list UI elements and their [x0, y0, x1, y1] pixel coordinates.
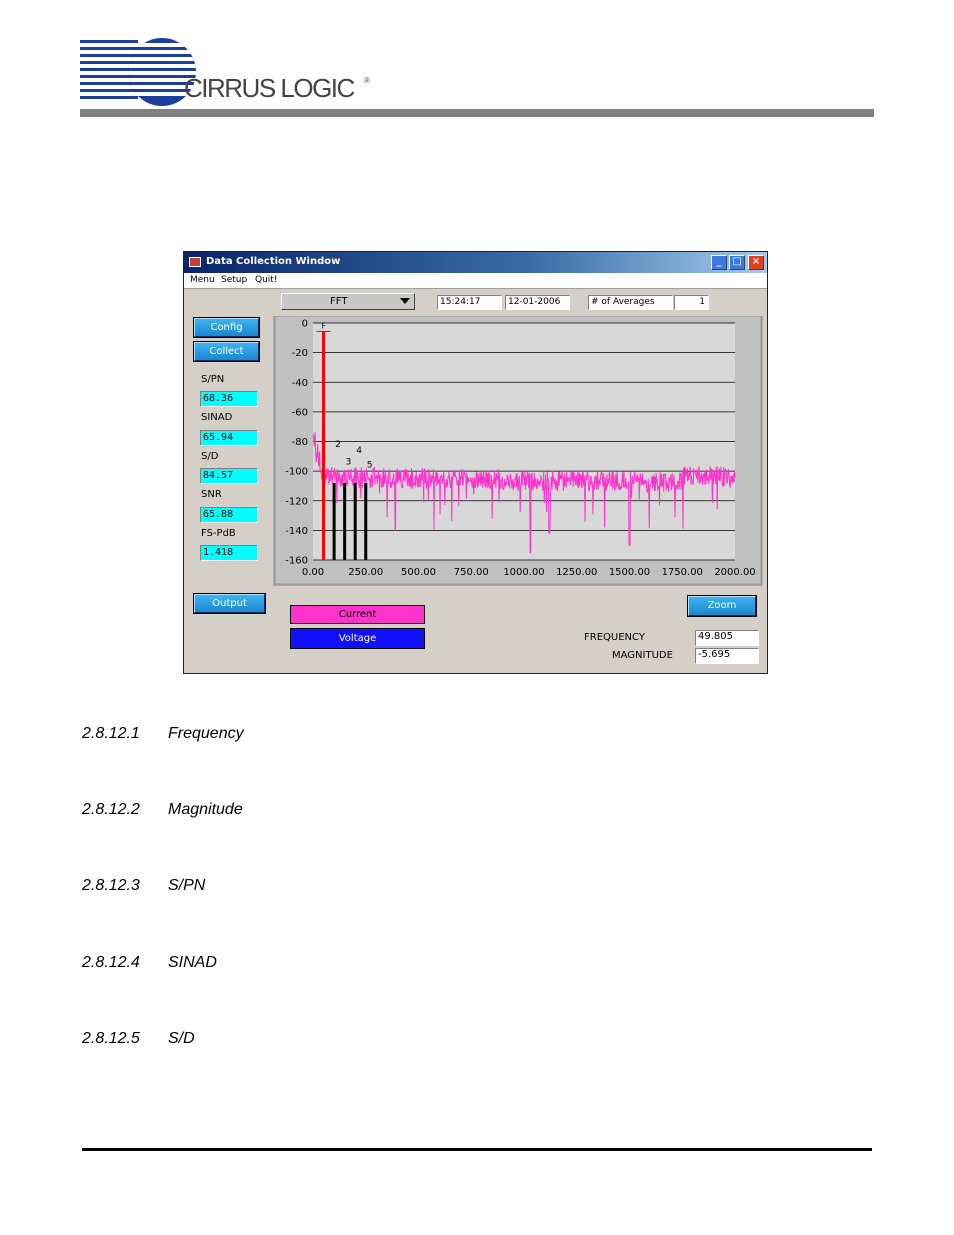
fft-chart[interactable]: 0 -20 -40 -60 -80 -100 -120 -140 -1600.00 250.00 5… — [273, 316, 763, 586]
section-number: 2.8.12.3 — [82, 877, 140, 894]
harmonic-label: 3 — [346, 458, 352, 468]
x-tick-label: 0.00 — [302, 567, 324, 578]
section-title: Magnitude — [168, 801, 243, 818]
metric-value-snr: 65.88 — [200, 507, 258, 523]
collect-button[interactable]: Collect — [193, 341, 260, 362]
section-title: S/D — [168, 1030, 195, 1047]
frequency-value: 49.805 — [695, 630, 759, 646]
cirrus-logo-text: CIRRUS LOGIC — [184, 73, 355, 103]
metric-label-spn: S/PN — [201, 374, 225, 385]
y-tick-label: -80 — [292, 437, 308, 448]
menu-bar: Menu Setup Quit! — [184, 273, 767, 289]
y-tick-label: -20 — [292, 348, 308, 359]
voltage-series-button[interactable]: Voltage — [290, 628, 425, 649]
menu-menu[interactable]: Menu — [190, 275, 215, 285]
x-tick-label: 1500.00 — [609, 567, 650, 578]
harmonic-label: 5 — [367, 461, 373, 471]
metric-value-fspdb: 1.418 — [200, 545, 258, 561]
metric-label-sd: S/D — [201, 451, 219, 462]
section-number: 2.8.12.1 — [82, 725, 140, 742]
magnitude-value: -5.695 — [695, 648, 759, 664]
harmonic-bar — [343, 482, 347, 560]
title-bar[interactable]: Data Collection Window _ □ × — [184, 252, 767, 273]
fft-plot[interactable]: 0 -20 -40 -60 -80 -100 -120 -140 -160 0.00 250.00 5… — [273, 316, 763, 586]
app-icon — [189, 257, 201, 267]
metric-label-fspdb: FS-PdB — [201, 528, 236, 539]
data-collection-window: Data Collection Window _ □ × Menu Setup … — [183, 251, 768, 674]
window-title: Data Collection Window — [206, 256, 341, 267]
section-number: 2.8.12.5 — [82, 1030, 140, 1047]
x-tick-label: 500.00 — [401, 567, 436, 578]
section-title: SINAD — [168, 954, 217, 971]
y-tick-label: -160 — [285, 556, 308, 567]
y-tick-label: -60 — [292, 407, 308, 418]
y-tick-label: -40 — [292, 378, 308, 389]
frequency-label: FREQUENCY — [584, 632, 645, 643]
harmonic-bar — [364, 482, 368, 560]
analysis-mode-select[interactable]: FFT — [281, 293, 415, 310]
harmonic-label: 2 — [335, 440, 341, 450]
minimize-button[interactable]: _ — [711, 255, 727, 270]
x-tick-label: 750.00 — [454, 567, 489, 578]
zoom-button[interactable]: Zoom — [687, 595, 757, 617]
metric-label-snr: SNR — [201, 489, 222, 500]
averages-input[interactable]: 1 — [674, 295, 709, 310]
harmonic-bar — [353, 482, 357, 560]
fundamental-bar — [322, 331, 326, 560]
section-title: S/PN — [168, 877, 206, 894]
metric-value-sd: 84.57 — [200, 468, 258, 484]
chevron-down-icon — [400, 298, 410, 304]
output-button[interactable]: Output — [193, 593, 266, 614]
y-tick-label: -100 — [285, 467, 308, 478]
close-button[interactable]: × — [748, 255, 764, 270]
section-number: 2.8.12.4 — [82, 954, 140, 971]
magnitude-label: MAGNITUDE — [612, 650, 673, 661]
metric-label-sinad: SINAD — [201, 412, 233, 423]
y-tick-label: -140 — [285, 526, 308, 537]
y-tick-label: -120 — [285, 496, 308, 507]
section-title: Frequency — [168, 725, 244, 742]
menu-quit[interactable]: Quit! — [255, 275, 277, 285]
section-number: 2.8.12.2 — [82, 801, 140, 818]
footer-rule — [82, 1148, 872, 1151]
fundamental-label: F — [322, 321, 327, 330]
date-field: 12-01-2006 — [505, 295, 570, 310]
x-tick-label: 1000.00 — [503, 567, 544, 578]
analysis-mode-value: FFT — [330, 296, 348, 307]
averages-label: # of Averages — [588, 295, 673, 310]
metric-value-sinad: 65.94 — [200, 430, 258, 446]
metric-value-spn: 68.36 — [200, 391, 258, 407]
x-tick-label: 250.00 — [348, 567, 383, 578]
x-tick-label: 2000.00 — [714, 567, 755, 578]
registered-mark: ® — [364, 76, 370, 85]
cirrus-logo-graphic — [80, 38, 196, 106]
y-tick-label: 0 — [302, 319, 308, 330]
menu-setup[interactable]: Setup — [221, 275, 247, 285]
maximize-button[interactable]: □ — [729, 255, 745, 270]
config-button[interactable]: Config — [193, 317, 260, 338]
x-tick-label: 1250.00 — [556, 567, 597, 578]
time-field: 15:24:17 — [437, 295, 502, 310]
harmonic-label: 4 — [356, 446, 362, 456]
harmonic-bar — [332, 482, 336, 560]
header-rule — [80, 109, 874, 117]
current-series-button[interactable]: Current — [290, 605, 425, 624]
x-tick-label: 1750.00 — [662, 567, 703, 578]
